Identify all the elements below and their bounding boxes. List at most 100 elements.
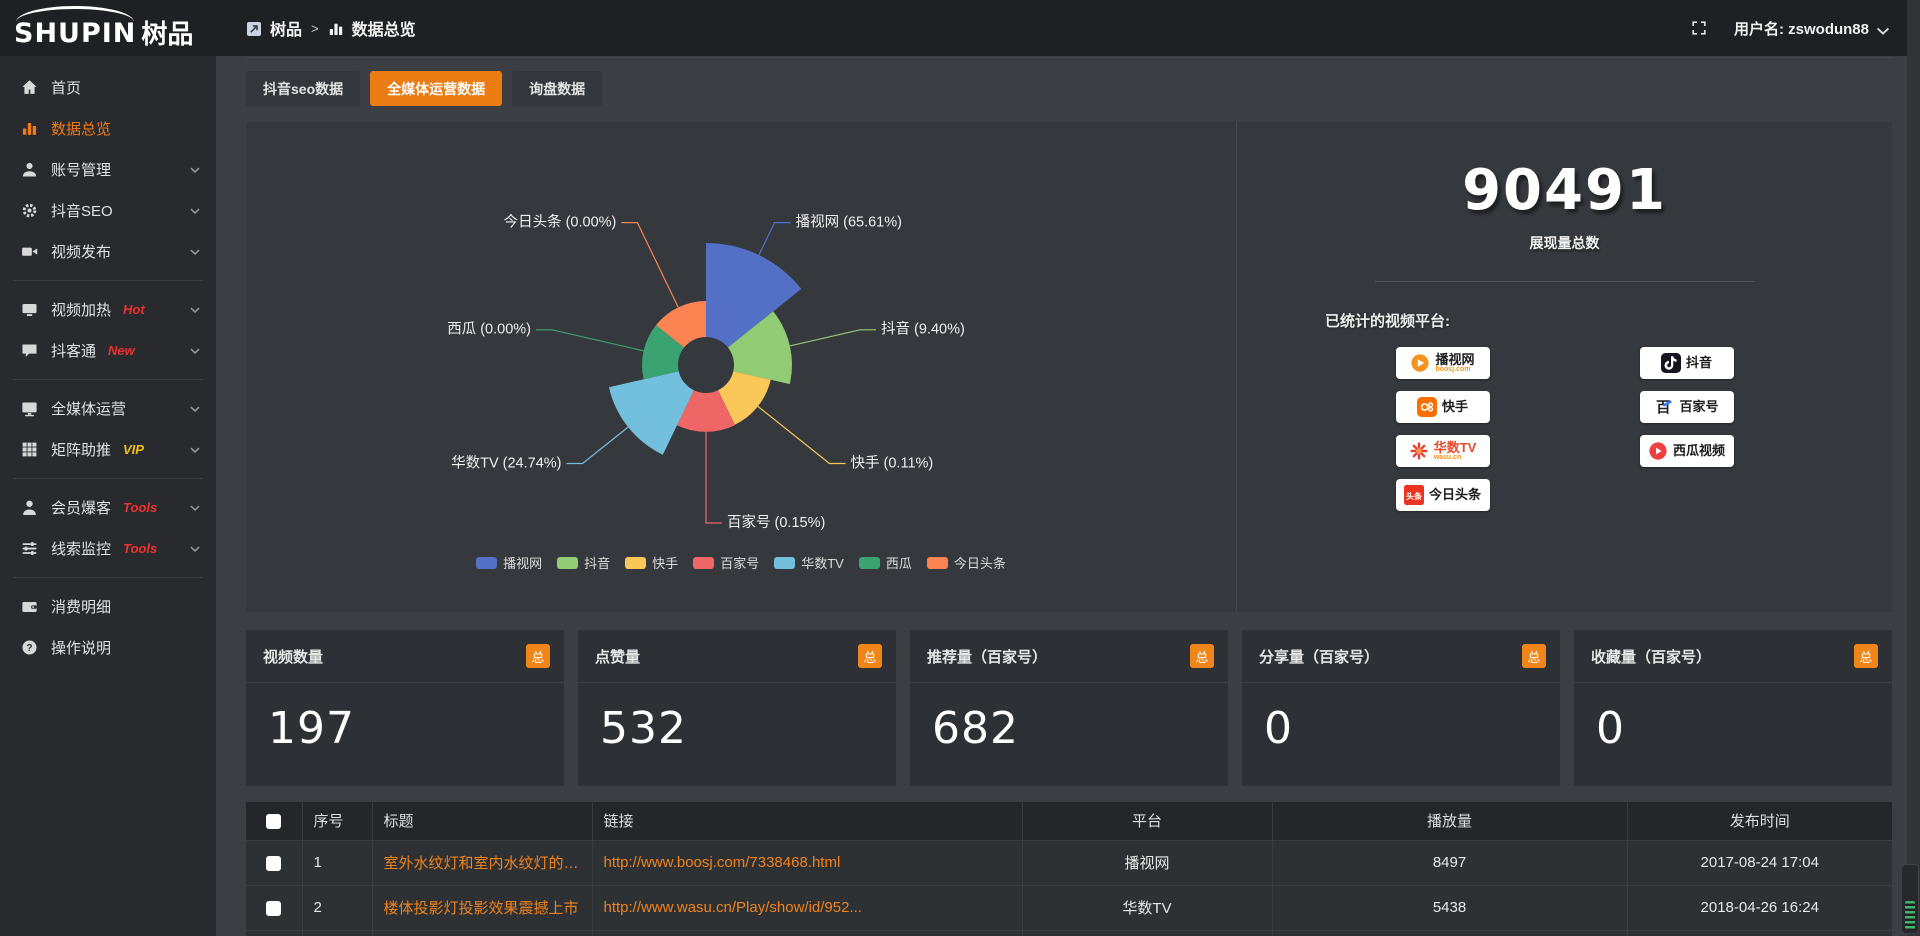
sidebar-nav: 首页数据总览账号管理抖音SEO 视频发布视频加热Hot抖客通New 全媒体运营矩阵助… — [0, 56, 216, 668]
stat-card-title: 视频数量 — [263, 646, 323, 667]
sidebar-item-matrix-assist[interactable]: 矩阵助推 VIP — [0, 429, 216, 470]
stat-card-favorite-count: 收藏量（百家号）总0 — [1574, 630, 1892, 786]
legend-item-5[interactable]: 西瓜 — [859, 553, 912, 572]
sidebar-item-label: 账号管理 — [51, 159, 111, 180]
topbar: 树品 > 数据总览 用户名: zswodun88 — [216, 0, 1920, 56]
sidebar-item-consumption-detail[interactable]: 消费明细 — [0, 586, 216, 627]
legend-item-6[interactable]: 今日头条 — [927, 553, 1006, 572]
rose-label-line-0 — [759, 223, 791, 256]
cell-link[interactable]: http://www.boosj.com/7338468.html — [592, 840, 1022, 885]
stat-card-title: 分享量（百家号） — [1259, 646, 1379, 667]
legend-item-4[interactable]: 华数TV — [774, 553, 844, 572]
legend-item-2[interactable]: 快手 — [625, 553, 678, 572]
rose-label-0: 播视网 (65.61%) — [796, 213, 902, 230]
cell-link[interactable]: http://www.wasu.cn/Play/show/id/952... — [592, 885, 1022, 930]
sidebar-item-omni-media[interactable]: 全媒体运营 — [0, 388, 216, 429]
app-icon — [246, 21, 262, 37]
rose-label-line-5 — [536, 330, 644, 351]
sidebar-item-account-management[interactable]: 账号管理 — [0, 149, 216, 190]
cell-title[interactable]: 楼体投影灯投影效果震撼上市 — [372, 885, 592, 930]
content-divider — [246, 57, 1892, 58]
baijiahao-icon: 百 — [1654, 397, 1674, 417]
legend-label: 百家号 — [720, 553, 759, 572]
total-badge[interactable]: 总 — [1190, 644, 1214, 668]
chart-panel: 播视网 (65.61%)抖音 (9.40%)快手 (0.11%)百家号 (0.1… — [246, 122, 1892, 612]
legend-item-1[interactable]: 抖音 — [557, 553, 610, 572]
platform-badge-boosj: 播视网boosj.com — [1396, 347, 1490, 379]
legend-swatch — [625, 557, 646, 569]
scrollbar-track[interactable] — [1907, 0, 1920, 936]
rose-label-line-6 — [621, 223, 678, 308]
rose-slice-4[interactable] — [609, 371, 694, 455]
table-header-4: 播放量 — [1272, 802, 1627, 840]
chevron-down-icon — [189, 543, 201, 555]
breadcrumb-app[interactable]: 树品 — [270, 16, 302, 40]
row-checkbox[interactable] — [266, 856, 281, 871]
scrollbar-widget[interactable] — [1901, 864, 1919, 934]
sidebar-item-member-burst[interactable]: 会员爆客 Tools — [0, 487, 216, 528]
total-badge[interactable]: 总 — [1854, 644, 1878, 668]
sidebar-item-tag: VIP — [123, 442, 144, 457]
cell-title[interactable]: 室外水纹灯和室内水纹灯的区别和简介 — [372, 840, 592, 885]
tab-omni-media-data[interactable]: 全媒体运营数据 — [370, 71, 502, 106]
rose-chart: 播视网 (65.61%)抖音 (9.40%)快手 (0.11%)百家号 (0.1… — [246, 122, 1236, 612]
chevron-down-icon — [1875, 23, 1891, 39]
desktop-icon — [21, 400, 38, 417]
legend-swatch — [927, 557, 948, 569]
tv-icon — [21, 301, 38, 318]
legend-item-0[interactable]: 播视网 — [476, 553, 542, 572]
sidebar-item-label: 视频加热 — [51, 299, 111, 320]
sidebar-item-label: 首页 — [51, 77, 81, 98]
sidebar-item-lead-monitor[interactable]: 线索监控Tools — [0, 528, 216, 569]
cell-time: 2018-04-26 16:24 — [1627, 885, 1892, 930]
stat-card-value: 532 — [578, 683, 896, 754]
breadcrumb-page[interactable]: 数据总览 — [352, 16, 416, 40]
sidebar-item-home[interactable]: 首页 — [0, 67, 216, 108]
total-badge[interactable]: 总 — [858, 644, 882, 668]
legend-swatch — [557, 557, 578, 569]
user-menu[interactable]: 用户名: zswodun88 — [1734, 18, 1886, 39]
sidebar-item-label: 全媒体运营 — [51, 398, 126, 419]
boosj-icon — [1410, 353, 1430, 373]
sidebar-item-video-publish[interactable]: 视频发布 — [0, 231, 216, 272]
sidebar-item-tag: Tools — [123, 500, 157, 515]
total-badge[interactable]: 总 — [526, 644, 550, 668]
tab-inquiry-data[interactable]: 询盘数据 — [512, 71, 602, 106]
summary-divider — [1375, 281, 1755, 282]
sidebar-item-douketong[interactable]: 抖客通New — [0, 330, 216, 371]
sidebar-item-label: 视频发布 — [51, 241, 111, 262]
stat-card-value: 0 — [1574, 683, 1892, 754]
brand-name-cn: 树品 — [141, 21, 193, 47]
sidebar-item-douyin-seo[interactable]: 抖音SEO — [0, 190, 216, 231]
sidebar-item-label: 会员爆客 — [51, 497, 111, 518]
sidebar: SHUPIN 树品 首页数据总览账号管理抖音SEO 视频发布视频加热Hot抖客通N… — [0, 0, 216, 936]
legend-item-3[interactable]: 百家号 — [693, 553, 759, 572]
sidebar-item-video-boost[interactable]: 视频加热Hot — [0, 289, 216, 330]
content: 抖音seo数据全媒体运营数据询盘数据 播视网 (65.61%)抖音 (9.40%… — [216, 56, 1920, 936]
stat-card-like-count: 点赞量总532 — [578, 630, 896, 786]
breadcrumb: 树品 > 数据总览 — [246, 16, 416, 40]
svg-text:头条: 头条 — [1406, 491, 1423, 501]
sidebar-divider — [13, 577, 203, 578]
legend-swatch — [774, 557, 795, 569]
sidebar-item-operation-guide[interactable]: ?操作说明 — [0, 627, 216, 668]
sidebar-item-data-overview[interactable]: 数据总览 — [0, 108, 216, 149]
brand-name-en: SHUPIN — [14, 20, 136, 47]
row-checkbox[interactable] — [266, 901, 281, 916]
cell-platform: 播视网 — [1022, 840, 1272, 885]
rose-label-4: 华数TV (24.74%) — [451, 454, 561, 471]
platform-badge-baijiahao: 百百家号 — [1640, 391, 1734, 423]
cell-num: 1 — [302, 840, 372, 885]
select-all-checkbox[interactable] — [266, 814, 281, 829]
stat-card-video-count: 视频数量总197 — [246, 630, 564, 786]
fullscreen-icon — [1691, 20, 1707, 36]
platform-badge-toutiao: 头条今日头条 — [1396, 479, 1490, 511]
legend-label: 快手 — [652, 553, 678, 572]
sidebar-item-label: 矩阵助推 — [51, 439, 111, 460]
total-badge[interactable]: 总 — [1522, 644, 1546, 668]
fullscreen-icon[interactable] — [1691, 20, 1708, 37]
scrollbar-thumb[interactable] — [1905, 901, 1915, 929]
tab-douyin-seo-data[interactable]: 抖音seo数据 — [246, 71, 360, 106]
app-icon — [246, 21, 261, 36]
legend-swatch — [859, 557, 880, 569]
